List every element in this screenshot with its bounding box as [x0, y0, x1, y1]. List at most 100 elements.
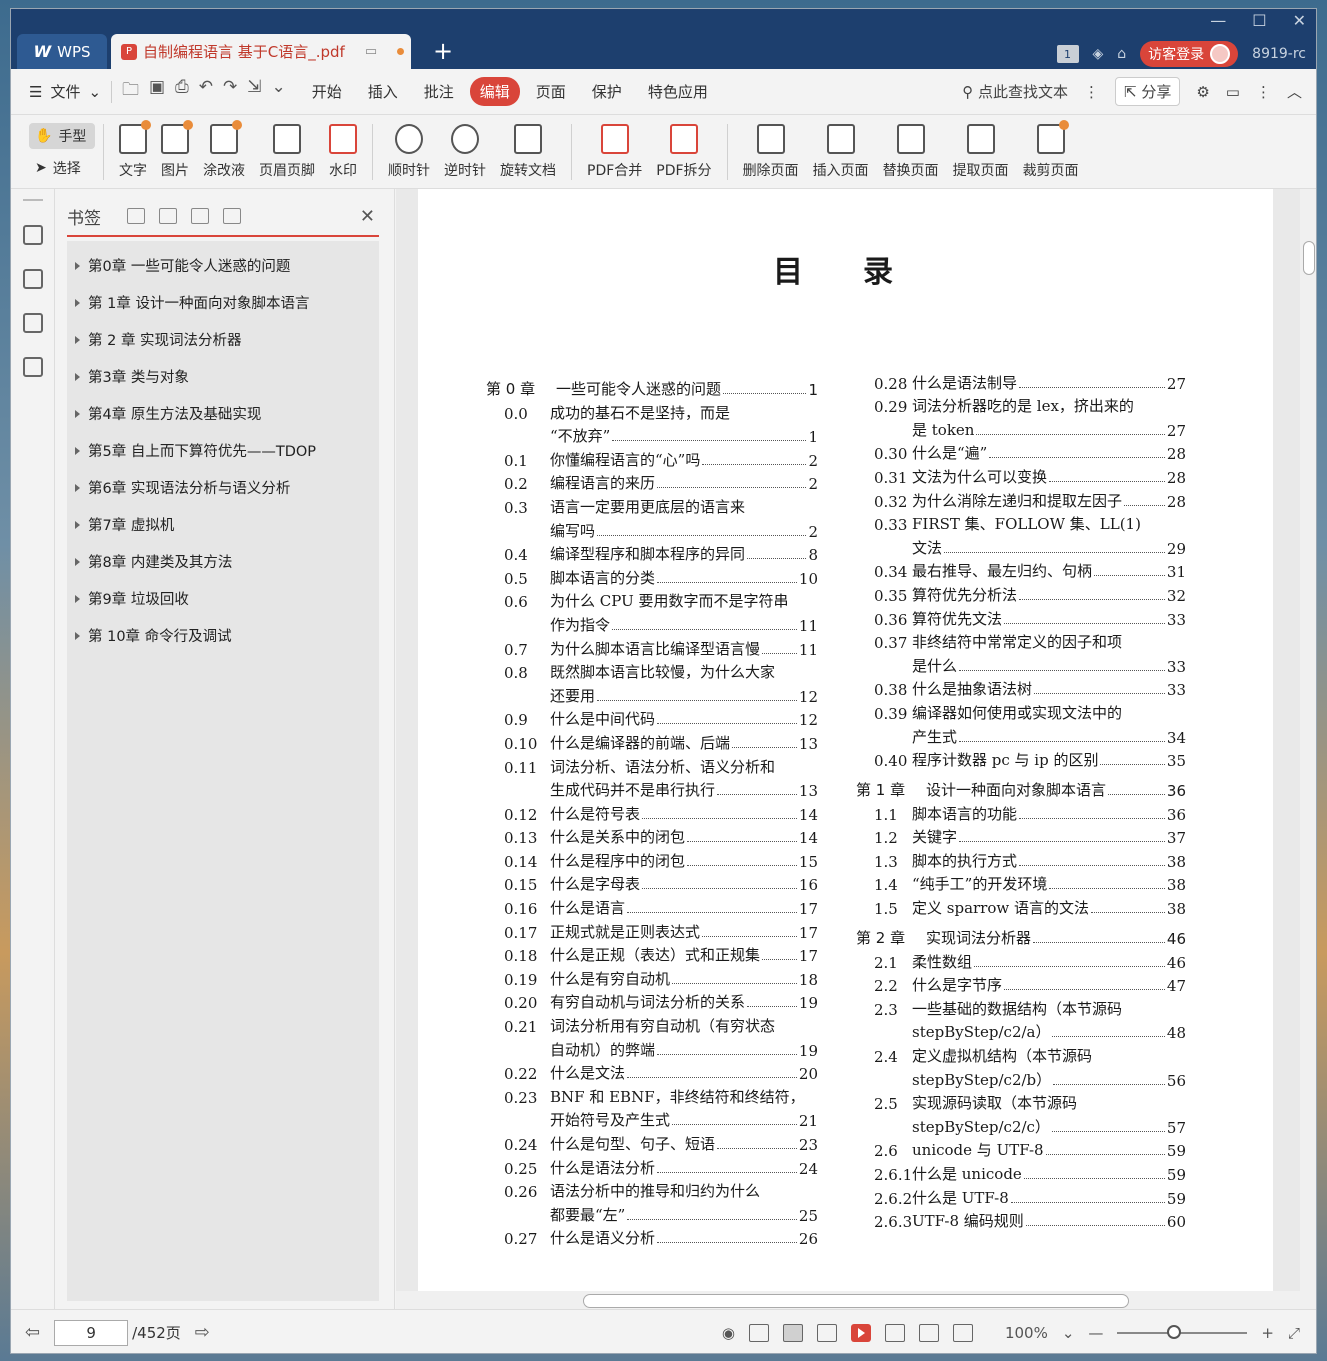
- toc-entry[interactable]: 0.3 语言一定要用更底层的语言来: [486, 493, 818, 517]
- zoom-in-icon[interactable]: +: [1261, 1324, 1274, 1342]
- toc-entry[interactable]: 是 token 27: [856, 416, 1186, 440]
- toc-entry[interactable]: 0.27 什么是语义分析 26: [486, 1225, 818, 1248]
- toc-entry[interactable]: 0.4 编译型程序和脚本程序的异同 8: [486, 541, 818, 564]
- more-icon[interactable]: ⋮: [1256, 83, 1271, 101]
- toc-entry[interactable]: 0.36 算符优先文法 33: [856, 605, 1186, 629]
- toc-entry[interactable]: 1.1 脚本语言的功能 36: [856, 800, 1186, 824]
- toc-entry[interactable]: 开始符号及产生式 21: [486, 1107, 818, 1130]
- zoom-slider-knob[interactable]: [1167, 1324, 1182, 1339]
- toc-entry[interactable]: 0.12 什么是符号表 14: [486, 800, 818, 824]
- wps-home-tab[interactable]: W WPS: [17, 34, 107, 69]
- toc-entry[interactable]: 0.33 FIRST 集、FOLLOW 集、LL(1): [856, 511, 1186, 534]
- open-folder-icon[interactable]: 🗀: [122, 77, 139, 106]
- toc-entry[interactable]: 2.6.3 UTF-8 编码规则 60: [856, 1208, 1186, 1231]
- hand-tool-button[interactable]: ✋ 手型: [29, 122, 95, 149]
- toc-entry[interactable]: 0.8 既然脚本语言比较慢，为什么大家: [486, 659, 818, 682]
- zoom-out-icon[interactable]: —: [1088, 1324, 1103, 1342]
- toc-entry[interactable]: 0.6 为什么 CPU 要用数字而不是字符串: [486, 588, 818, 611]
- vertical-dots-icon[interactable]: ⋮: [1084, 83, 1099, 101]
- expand-arrow-icon[interactable]: [75, 298, 80, 307]
- header-footer-button[interactable]: 页眉页脚: [252, 123, 322, 180]
- toc-entry[interactable]: 文法 29: [856, 534, 1186, 558]
- toc-entry[interactable]: “不放弃” 1: [486, 423, 818, 446]
- shirt-icon[interactable]: ⌂: [1117, 46, 1126, 62]
- maximize-icon[interactable]: ☐: [1252, 11, 1266, 30]
- bookmark-list-icon[interactable]: [22, 225, 43, 245]
- eye-protection-icon[interactable]: ◉: [722, 1324, 735, 1342]
- text-button[interactable]: 文字: [112, 119, 154, 180]
- toc-entry[interactable]: 0.0 成功的基石不是坚持，而是: [486, 399, 818, 423]
- toc-entry[interactable]: 0.32 为什么消除左递归和提取左因子 28: [856, 487, 1186, 511]
- print-icon[interactable]: ⎙: [175, 77, 189, 106]
- toc-entry[interactable]: 2.3 一些基础的数据结构（本节源码: [856, 995, 1186, 1019]
- next-page-icon[interactable]: ⇨: [195, 1322, 210, 1343]
- toc-entry[interactable]: 0.17 正规式就是正则表达式 17: [486, 918, 818, 942]
- replace-page-button[interactable]: 替换页面: [876, 123, 946, 180]
- toc-entry[interactable]: 0.13 什么是关系中的闭包 14: [486, 824, 818, 847]
- insert-page-button[interactable]: 插入页面: [806, 123, 876, 180]
- expand-arrow-icon[interactable]: [75, 372, 80, 381]
- expand-arrow-icon[interactable]: [75, 261, 80, 270]
- bookmark-options-icon[interactable]: [223, 208, 241, 224]
- toc-entry[interactable]: 0.23 BNF 和 EBNF，非终结符和终结符，: [486, 1083, 818, 1107]
- toc-entry[interactable]: 1.4 “纯手工”的开发环境 38: [856, 871, 1186, 894]
- expand-arrow-icon[interactable]: [75, 409, 80, 418]
- toc-entry[interactable]: 0.35 算符优先分析法 32: [856, 581, 1186, 605]
- toc-entry[interactable]: 0.31 文法为什么可以变换 28: [856, 463, 1186, 487]
- bookmark-item[interactable]: 第0章 一些可能令人迷惑的问题: [67, 247, 379, 284]
- toc-entry[interactable]: 都要最“左” 25: [486, 1201, 818, 1225]
- expand-arrow-icon[interactable]: [75, 483, 80, 492]
- vertical-scrollbar[interactable]: [1300, 189, 1316, 1291]
- toc-entry[interactable]: 0.16 什么是语言 17: [486, 894, 818, 918]
- export-icon[interactable]: ⇲: [247, 77, 261, 106]
- bookmark-item[interactable]: 第5章 自上而下算符优先——TDOP: [67, 432, 379, 469]
- toc-entry[interactable]: stepByStep/c2/a） 48: [856, 1019, 1186, 1042]
- bookmark-item[interactable]: 第 2 章 实现词法分析器: [67, 321, 379, 358]
- bookmark-item[interactable]: 第3章 类与对象: [67, 358, 379, 395]
- rotate-document-button[interactable]: 旋转文档: [493, 123, 563, 180]
- toc-entry[interactable]: 0.30 什么是“遍” 28: [856, 440, 1186, 463]
- image-button[interactable]: 图片: [154, 119, 196, 180]
- menu-tab-insert[interactable]: 插入: [358, 77, 408, 106]
- actual-size-icon[interactable]: [884, 1323, 905, 1342]
- toc-entry[interactable]: 0.25 什么是语法分析 24: [486, 1154, 818, 1178]
- toc-entry[interactable]: 0.2 编程语言的来历 2: [486, 470, 818, 493]
- drag-handle[interactable]: [22, 199, 43, 201]
- bookmark-item[interactable]: 第7章 虚拟机: [67, 506, 379, 543]
- toc-entry[interactable]: 0.20 有穷自动机与词法分析的关系 19: [486, 989, 818, 1012]
- expand-arrow-icon[interactable]: [75, 594, 80, 603]
- zoom-dropdown-icon[interactable]: ⌄: [1062, 1324, 1075, 1342]
- toc-entry[interactable]: 1.3 脚本的执行方式 38: [856, 847, 1186, 871]
- toc-entry[interactable]: 0.21 词法分析用有穷自动机（有穷状态: [486, 1012, 818, 1036]
- expand-arrow-icon[interactable]: [75, 631, 80, 640]
- toc-entry[interactable]: 0.24 什么是句型、句子、短语 23: [486, 1130, 818, 1154]
- toc-entry[interactable]: 0.34 最右推导、最左归约、句柄 31: [856, 558, 1186, 581]
- document-view[interactable]: 目录 第 0 章一些可能令人迷惑的问题 1 0.0 成功的基石不是坚持，而是 “不放弃”…: [396, 189, 1316, 1309]
- toc-entry[interactable]: 0.10 什么是编译器的前端、后端 13: [486, 729, 818, 753]
- menu-tab-start[interactable]: 开始: [302, 77, 352, 106]
- toc-entry[interactable]: 2.2 什么是字节序 47: [856, 972, 1186, 995]
- prev-page-icon[interactable]: ⇦: [25, 1322, 40, 1343]
- toc-entry[interactable]: 0.18 什么是正规（表达）式和正规集 17: [486, 942, 818, 965]
- page-number-input[interactable]: 9: [54, 1319, 129, 1346]
- toc-entry[interactable]: 0.38 什么是抽象语法树 33: [856, 676, 1186, 699]
- share-button[interactable]: ⇱ 分享: [1114, 77, 1181, 106]
- vertical-scroll-thumb[interactable]: [1303, 241, 1315, 275]
- expand-arrow-icon[interactable]: [75, 557, 80, 566]
- toc-entry[interactable]: 是什么 33: [856, 652, 1186, 676]
- toc-entry[interactable]: 0.39 编译器如何使用或实现文法中的: [856, 699, 1186, 723]
- toc-entry[interactable]: 还要用 12: [486, 682, 818, 706]
- screen-icon[interactable]: ▭: [365, 44, 377, 59]
- find-text-button[interactable]: ⚲ 点此查找文本: [962, 81, 1068, 102]
- expand-all-icon[interactable]: [127, 208, 145, 224]
- toc-entry[interactable]: 2.4 定义虚拟机结构（本节源码: [856, 1042, 1186, 1066]
- toc-entry[interactable]: 0.9 什么是中间代码 12: [486, 706, 818, 729]
- toc-entry[interactable]: 2.6 unicode 与 UTF-8 59: [856, 1137, 1186, 1160]
- delete-page-button[interactable]: 删除页面: [736, 123, 806, 180]
- redo-icon[interactable]: ↷: [223, 77, 237, 106]
- pdf-split-button[interactable]: PDF拆分: [649, 123, 718, 180]
- toc-entry[interactable]: 0.5 脚本语言的分类 10: [486, 564, 818, 588]
- toc-entry[interactable]: 0.28 什么是语法制导 27: [856, 369, 1186, 393]
- collapse-all-icon[interactable]: [159, 208, 177, 224]
- toc-entry[interactable]: 产生式 34: [856, 723, 1186, 747]
